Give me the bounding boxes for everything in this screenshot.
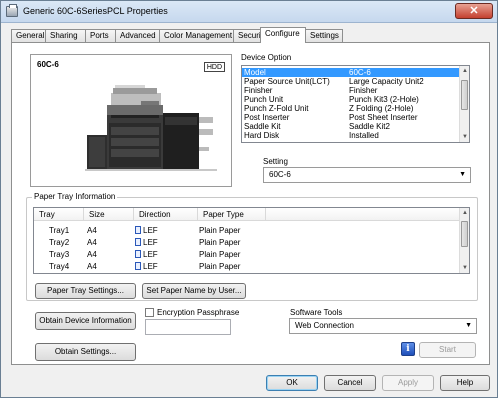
device-option-scrollbar[interactable]: ▲ ▼ xyxy=(459,66,469,142)
paper-tray-settings-button[interactable]: Paper Tray Settings... xyxy=(35,283,136,299)
list-item[interactable]: Punch Z-Fold Unit Z Folding (2-Hole) xyxy=(242,104,459,113)
paper-orientation-icon xyxy=(135,226,141,234)
tab-settings[interactable]: Settings xyxy=(305,29,343,42)
obtain-device-information-button[interactable]: Obtain Device Information xyxy=(35,312,136,330)
set-paper-name-button[interactable]: Set Paper Name by User... xyxy=(142,283,246,299)
paper-orientation-icon xyxy=(135,250,141,258)
printer-image xyxy=(85,85,217,171)
title-bar[interactable]: Generic 60C-6SeriesPCL Properties ✕ xyxy=(1,1,497,23)
paper-tray-table[interactable]: Tray Size Direction Paper Type Tray1 A4 … xyxy=(33,207,470,274)
list-item[interactable]: Saddle Kit Saddle Kit2 xyxy=(242,122,459,131)
info-icon[interactable]: i xyxy=(401,342,415,356)
software-tools-label: Software Tools xyxy=(290,308,343,317)
tab-color-management[interactable]: Color Management xyxy=(159,29,234,42)
scroll-thumb[interactable] xyxy=(461,80,468,110)
encryption-passphrase-input[interactable] xyxy=(145,319,231,335)
list-item[interactable]: Model 60C-6 xyxy=(242,68,459,77)
table-row[interactable]: Tray4 A4 LEF Plain Paper xyxy=(34,261,454,272)
help-button[interactable]: Help xyxy=(440,375,490,391)
chevron-down-icon: ▼ xyxy=(465,322,472,329)
tab-configure[interactable]: Configure xyxy=(260,27,306,43)
column-header-tray[interactable]: Tray xyxy=(34,208,84,221)
properties-window: Generic 60C-6SeriesPCL Properties ✕ Gene… xyxy=(0,0,498,398)
list-item[interactable]: Punch Unit Punch Kit3 (2-Hole) xyxy=(242,95,459,104)
printer-icon xyxy=(6,4,18,17)
column-header-paper-type[interactable]: Paper Type xyxy=(198,208,266,221)
cancel-button[interactable]: Cancel xyxy=(324,375,376,391)
list-item[interactable]: Paper Source Unit(LCT) Large Capacity Uni… xyxy=(242,77,459,86)
device-option-label: Device Option xyxy=(241,53,292,62)
paper-orientation-icon xyxy=(135,238,141,246)
device-option-list[interactable]: Model 60C-6 Paper Source Unit(LCT) Large C… xyxy=(241,65,470,143)
setting-dropdown[interactable]: 60C-6 ▼ xyxy=(263,167,471,183)
list-item[interactable]: Finisher Finisher xyxy=(242,86,459,95)
setting-value: 60C-6 xyxy=(269,170,291,179)
ok-button[interactable]: OK xyxy=(266,375,318,391)
column-header-size[interactable]: Size xyxy=(84,208,134,221)
close-button[interactable]: ✕ xyxy=(455,3,493,19)
tab-advanced[interactable]: Advanced xyxy=(115,29,160,42)
column-header-direction[interactable]: Direction xyxy=(134,208,198,221)
software-tools-dropdown[interactable]: Web Connection ▼ xyxy=(289,318,477,334)
paper-tray-group-title: Paper Tray Information xyxy=(32,192,118,201)
scroll-thumb[interactable] xyxy=(461,221,468,247)
column-header-blank xyxy=(266,208,459,221)
table-row[interactable]: Tray1 A4 LEF Plain Paper xyxy=(34,225,454,236)
paper-tray-scrollbar[interactable]: ▲ ▼ xyxy=(459,208,469,273)
list-item[interactable]: Hard Disk Installed xyxy=(242,131,459,140)
printer-preview: 60C-6 HDD xyxy=(30,54,232,187)
tab-ports[interactable]: Ports xyxy=(85,29,116,42)
tab-sharing[interactable]: Sharing xyxy=(45,29,86,42)
table-row[interactable]: Tray3 A4 LEF Plain Paper xyxy=(34,249,454,260)
apply-button[interactable]: Apply xyxy=(382,375,434,391)
setting-label: Setting xyxy=(263,157,288,166)
scroll-up-icon[interactable]: ▲ xyxy=(460,208,469,218)
list-item[interactable]: Post Inserter Post Sheet Inserter xyxy=(242,113,459,122)
encryption-passphrase-checkbox[interactable] xyxy=(145,308,154,317)
chevron-down-icon: ▼ xyxy=(459,171,466,178)
scroll-up-icon[interactable]: ▲ xyxy=(460,66,469,76)
paper-orientation-icon xyxy=(135,262,141,270)
software-tools-value: Web Connection xyxy=(295,321,354,330)
tab-general[interactable]: General xyxy=(11,29,46,42)
obtain-settings-button[interactable]: Obtain Settings... xyxy=(35,343,136,361)
window-title: Generic 60C-6SeriesPCL Properties xyxy=(23,6,168,16)
encryption-passphrase-label: Encryption Passphrase xyxy=(157,308,240,317)
scroll-down-icon[interactable]: ▼ xyxy=(460,263,469,273)
table-row[interactable]: Tray2 A4 LEF Plain Paper xyxy=(34,237,454,248)
scroll-down-icon[interactable]: ▼ xyxy=(460,132,469,142)
start-button[interactable]: Start xyxy=(419,342,476,358)
